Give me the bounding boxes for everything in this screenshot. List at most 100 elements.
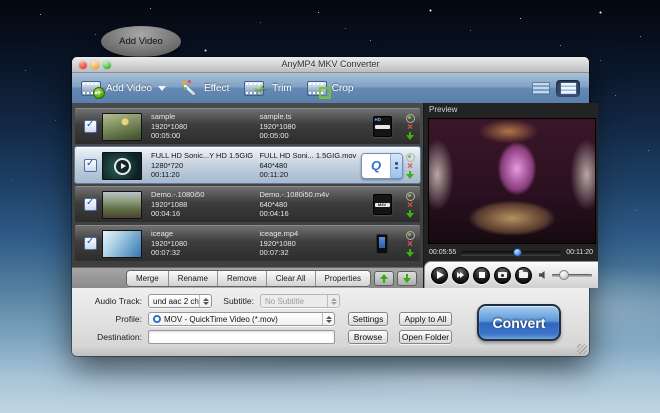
stepper-icon (322, 313, 334, 325)
output-duration: 00:05:00 (259, 131, 360, 141)
plus-icon (93, 87, 105, 99)
up-arrow-icon (380, 274, 389, 283)
properties-button[interactable]: Properties (316, 271, 370, 286)
audio-track-label: Audio Track: (72, 296, 142, 306)
table-row[interactable]: iceage 1920*1080 00:07:32 iceage.mp4 192… (75, 225, 420, 261)
gear-icon[interactable] (406, 153, 415, 162)
resize-grip[interactable] (577, 344, 587, 354)
output-name: Demo.-.1080i50.m4v (259, 190, 360, 200)
add-video-button[interactable]: Add Video (81, 81, 166, 96)
crop-label: Crop (332, 83, 354, 94)
settings-button[interactable]: Settings (348, 312, 388, 326)
source-info: iceage 1920*1080 00:07:32 (151, 229, 257, 258)
stop-button[interactable] (473, 267, 490, 284)
quicktime-icon (153, 315, 161, 323)
table-row[interactable]: sample 1920*1080 00:05:00 sample.ts 1920… (75, 108, 420, 144)
row-checkbox[interactable] (84, 159, 97, 172)
title-bar[interactable]: AnyMP4 MKV Converter (72, 57, 589, 73)
table-row[interactable]: Demo.-.1080i50 1920*1088 00:04:16 Demo.-… (75, 186, 420, 222)
move-down-icon[interactable] (406, 210, 414, 218)
delete-icon[interactable] (407, 163, 413, 170)
move-up-button[interactable] (374, 271, 394, 286)
volume-slider[interactable] (552, 274, 592, 277)
seek-slider[interactable] (461, 251, 561, 255)
crop-button[interactable]: Crop (307, 81, 354, 96)
move-down-button[interactable] (397, 271, 417, 286)
source-resolution: 1920*1080 (151, 122, 257, 132)
add-video-icon (81, 81, 101, 96)
fast-forward-button[interactable] (452, 267, 469, 284)
source-duration: 00:11:20 (151, 170, 257, 180)
list-actions-group: Merge Rename Remove Clear All Properties (126, 270, 371, 287)
move-down-icon[interactable] (406, 171, 414, 179)
row-checkbox[interactable] (84, 198, 97, 211)
delete-icon[interactable] (407, 241, 413, 248)
audio-track-select[interactable]: und aac 2 channels (148, 294, 212, 308)
stars (0, 0, 1, 1)
format-dropdown-icon[interactable] (390, 154, 402, 178)
format-slot: HD (360, 116, 404, 137)
move-down-icon[interactable] (406, 132, 414, 140)
clear-all-button[interactable]: Clear All (267, 271, 316, 286)
remove-button[interactable]: Remove (218, 271, 267, 286)
source-duration: 00:07:32 (151, 248, 257, 258)
open-folder-button[interactable]: Open Folder (399, 330, 452, 344)
file-list: sample 1920*1080 00:05:00 sample.ts 1920… (72, 103, 423, 267)
snapshot-button[interactable] (494, 267, 511, 284)
trim-label: Trim (272, 83, 292, 94)
video-thumbnail (102, 152, 142, 180)
crop-frame-icon (319, 87, 331, 99)
camera-icon (498, 272, 507, 278)
source-info: FULL HD Sonic...Y HD 1.5GIG 1280*720 00:… (151, 151, 257, 180)
row-actions (404, 114, 416, 140)
gear-icon[interactable] (406, 114, 415, 123)
destination-label: Destination: (72, 332, 142, 342)
effect-wand-icon (181, 81, 199, 96)
stepper-icon (199, 295, 211, 307)
effect-label: Effect (204, 83, 229, 94)
output-duration: 00:07:32 (259, 248, 360, 258)
m4v-badge-icon: M4V (373, 194, 392, 215)
gear-icon[interactable] (406, 231, 415, 240)
table-row-selected[interactable]: FULL HD Sonic...Y HD 1.5GIG 1280*720 00:… (75, 147, 420, 183)
tooltip-label: Add Video (119, 36, 163, 47)
subtitle-value: No Subtitle (265, 297, 327, 306)
trim-button[interactable]: ✂ Trim (244, 79, 291, 97)
source-duration: 00:05:00 (151, 131, 257, 141)
output-resolution: 1920*1080 (259, 122, 360, 132)
apply-to-all-button[interactable]: Apply to All (399, 312, 452, 326)
browse-button[interactable]: Browse (348, 330, 388, 344)
profile-select[interactable]: MOV - QuickTime Video (*.mov) (148, 312, 335, 326)
output-duration: 00:11:20 (259, 170, 360, 180)
main-content: sample 1920*1080 00:05:00 sample.ts 1920… (72, 103, 589, 288)
delete-icon[interactable] (407, 202, 413, 209)
effect-button[interactable]: Effect (181, 81, 229, 96)
play-overlay-icon[interactable] (114, 158, 131, 175)
row-checkbox[interactable] (84, 120, 97, 133)
format-slot (360, 234, 404, 254)
play-icon (437, 271, 444, 279)
output-info: sample.ts 1920*1080 00:05:00 (259, 112, 360, 141)
detail-view-icon[interactable] (532, 82, 550, 95)
convert-button[interactable]: Convert (477, 304, 561, 341)
play-button[interactable] (431, 267, 448, 284)
seek-slider-thumb[interactable] (513, 248, 522, 257)
video-thumbnail (102, 230, 142, 258)
move-down-icon[interactable] (406, 249, 414, 257)
open-snapshot-folder-button[interactable] (515, 267, 532, 284)
quicktime-format-button[interactable]: Q (361, 153, 403, 179)
destination-input[interactable] (148, 330, 335, 344)
video-thumbnail (102, 113, 142, 141)
window-title: AnyMP4 MKV Converter (72, 57, 589, 72)
stepper-icon (327, 295, 339, 307)
list-view-button[interactable] (556, 80, 580, 97)
source-name: FULL HD Sonic...Y HD 1.5GIG (151, 151, 257, 161)
source-duration: 00:04:16 (151, 209, 257, 219)
row-checkbox[interactable] (84, 237, 97, 250)
volume-slider-thumb[interactable] (559, 270, 569, 280)
gear-icon[interactable] (406, 192, 415, 201)
merge-button[interactable]: Merge (127, 271, 169, 286)
source-resolution: 1280*720 (151, 161, 257, 171)
rename-button[interactable]: Rename (169, 271, 218, 286)
delete-icon[interactable] (407, 124, 413, 131)
